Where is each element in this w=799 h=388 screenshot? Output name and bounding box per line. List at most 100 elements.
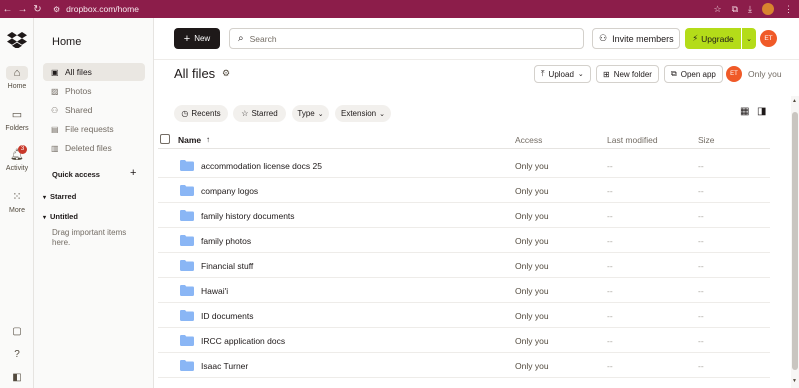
select-all-checkbox[interactable] — [160, 134, 170, 144]
invite-members-button[interactable]: ⚇ Invite members — [592, 28, 680, 49]
reload-icon[interactable]: ↻ — [30, 4, 45, 15]
file-size: -- — [698, 161, 704, 171]
scrollbar-thumb[interactable] — [792, 112, 798, 370]
browser-profile-avatar[interactable] — [762, 3, 774, 15]
file-name[interactable]: accommodation license docs 25 — [201, 161, 322, 171]
filter-type[interactable]: Type ⌄ — [292, 105, 329, 122]
add-user-icon: ⚇ — [599, 33, 608, 43]
dropbox-logo-icon[interactable] — [7, 32, 27, 48]
notification-badge: 3 — [18, 145, 27, 154]
file-name[interactable]: Financial stuff — [201, 261, 253, 271]
forward-icon[interactable]: → — [15, 4, 30, 15]
external-link-icon: ⧉ — [671, 69, 677, 78]
gear-icon[interactable]: ⚙ — [222, 68, 230, 79]
bookmark-star-icon[interactable]: ☆ — [714, 4, 722, 15]
untitled-group-toggle[interactable]: ▾ Untitled — [43, 212, 78, 221]
browser-menu-icon[interactable]: ⋮ — [784, 4, 793, 15]
upgrade-button[interactable]: ⚡︎ Upgrade — [685, 28, 741, 49]
open-app-label: Open app — [680, 69, 716, 79]
file-name[interactable]: company logos — [201, 186, 258, 196]
rail-item-more[interactable]: ⁙ More — [0, 190, 34, 214]
drag-hint: Drag important items here. — [52, 228, 127, 247]
account-avatar[interactable]: ET — [760, 30, 777, 47]
rail-item-folders[interactable]: ▭ Folders — [0, 108, 34, 132]
sidebar-item-label: All files — [65, 67, 92, 77]
back-icon[interactable]: ← — [0, 4, 15, 15]
photo-icon: ▨ — [51, 86, 59, 96]
page-title: All files — [174, 66, 216, 81]
table-row[interactable]: accommodation license docs 25 Only you -- -… — [158, 153, 770, 178]
filter-extension[interactable]: Extension ⌄ — [335, 105, 391, 122]
folder-icon — [180, 335, 194, 346]
file-name[interactable]: IRCC application docs — [201, 336, 285, 346]
column-last-modified[interactable]: Last modified — [607, 135, 658, 145]
download-icon[interactable]: ⤓ — [748, 4, 752, 15]
file-name[interactable]: family history documents — [201, 211, 295, 221]
invite-label: Invite members — [612, 33, 674, 44]
starred-group-toggle[interactable]: ▾ Starred — [43, 192, 76, 201]
chip-label: Type — [297, 109, 315, 118]
extensions-icon[interactable]: ⧉ — [732, 4, 738, 15]
lightning-icon: ⚡︎ — [692, 33, 699, 43]
new-folder-icon: ⊞ — [603, 69, 610, 79]
sidebar-item-label: Shared — [65, 105, 93, 115]
file-last-modified: -- — [607, 286, 613, 296]
file-name[interactable]: family photos — [201, 236, 251, 246]
folder-icon — [180, 185, 194, 196]
table-row[interactable]: company logos Only you -- -- — [158, 178, 770, 203]
desktop-app-icon[interactable]: ▢ — [0, 326, 34, 337]
sidebar-title: Home — [52, 36, 82, 48]
address-bar[interactable]: dropbox.com/home — [66, 4, 139, 14]
open-app-button[interactable]: ⧉ Open app — [664, 65, 723, 83]
scroll-down-icon[interactable]: ▼ — [792, 378, 797, 384]
upload-label: Upload — [548, 69, 574, 79]
table-row[interactable]: family history documents Only you -- -- — [158, 203, 770, 228]
search-input[interactable]: ⌕ Search — [229, 28, 584, 49]
upgrade-dropdown-button[interactable]: ⌄ — [742, 28, 756, 49]
filter-starred[interactable]: ☆ Starred — [233, 105, 286, 122]
chevron-down-icon: ⌄ — [317, 110, 324, 118]
column-size[interactable]: Size — [698, 135, 715, 145]
table-row[interactable]: Financial stuff Only you -- -- — [158, 253, 770, 278]
new-folder-button[interactable]: ⊞ New folder — [596, 65, 659, 83]
info-panel-icon[interactable]: ◨ — [757, 106, 766, 117]
file-name[interactable]: Hawai'i — [201, 286, 228, 296]
quick-access-add-button[interactable]: + — [130, 167, 136, 179]
file-last-modified: -- — [607, 261, 613, 271]
file-access: Only you — [515, 236, 549, 246]
file-last-modified: -- — [607, 211, 613, 221]
upload-button[interactable]: ⤒ Upload ⌄ — [534, 65, 591, 83]
folder-icon — [180, 260, 194, 271]
file-request-icon: ▤ — [51, 124, 59, 134]
grid-icon: ⁙ — [12, 191, 22, 203]
sidebar-item-all-files[interactable]: ▣ All files — [43, 63, 145, 81]
rail-item-home[interactable]: ⌂ Home — [0, 66, 34, 90]
file-name[interactable]: ID documents — [201, 311, 253, 321]
sidebar-item-file-requests[interactable]: ▤ File requests — [43, 120, 145, 138]
filter-recents[interactable]: ◷ Recents — [174, 105, 228, 122]
column-access[interactable]: Access — [515, 135, 542, 145]
sidebar-item-photos[interactable]: ▨ Photos — [43, 82, 145, 100]
sidebar-item-label: Photos — [65, 86, 92, 96]
help-icon[interactable]: ? — [0, 349, 34, 360]
rail-item-activity[interactable]: 🔔︎ 3 Activity — [0, 145, 34, 172]
sidebar-item-deleted-files[interactable]: ▥ Deleted files — [43, 139, 145, 157]
folder-icon — [180, 235, 194, 246]
file-last-modified: -- — [607, 361, 613, 371]
sidebar-item-shared[interactable]: ⚇ Shared — [43, 101, 145, 119]
file-access: Only you — [515, 211, 549, 221]
table-row[interactable]: IRCC application docs Only you -- -- — [158, 328, 770, 353]
column-name[interactable]: Name — [178, 135, 201, 145]
table-row[interactable]: ID documents Only you -- -- — [158, 303, 770, 328]
new-button[interactable]: + New — [174, 28, 220, 49]
scroll-up-icon[interactable]: ▲ — [792, 98, 797, 104]
table-row[interactable]: Isaac Turner Only you -- -- — [158, 353, 770, 378]
grid-view-icon[interactable]: ▦ — [740, 106, 749, 117]
table-row[interactable]: family photos Only you -- -- — [158, 228, 770, 253]
collapse-sidebar-icon[interactable]: ◧ — [0, 372, 34, 383]
site-info-icon[interactable]: ⚙ — [53, 5, 60, 14]
sort-arrow-icon[interactable]: ↑ — [206, 135, 210, 144]
file-name[interactable]: Isaac Turner — [201, 361, 248, 371]
table-row[interactable]: Hawai'i Only you -- -- — [158, 278, 770, 303]
file-access: Only you — [515, 161, 549, 171]
